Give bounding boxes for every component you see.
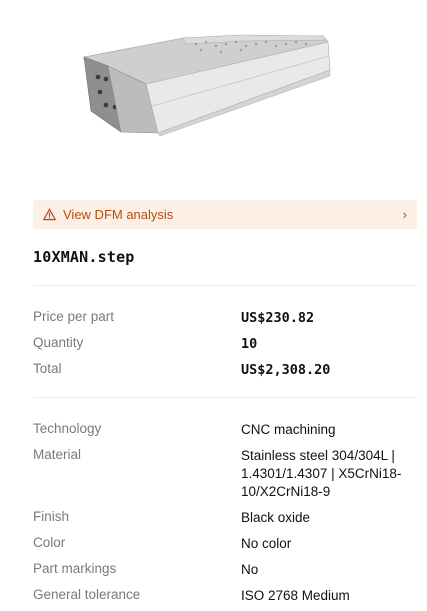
dfm-analysis-label: View DFM analysis	[63, 207, 174, 222]
technology-label: Technology	[33, 421, 102, 436]
part-markings-label: Part markings	[33, 561, 117, 576]
view-dfm-analysis-banner[interactable]: View DFM analysis ›	[33, 200, 417, 229]
chevron-right-icon: ›	[402, 207, 407, 222]
part-markings-value: No	[241, 562, 259, 577]
finish-value: Black oxide	[241, 510, 311, 525]
total-label: Total	[33, 361, 62, 376]
material-value: Stainless steel 304/304L | 1.4301/1.4307…	[241, 448, 402, 499]
finish-label: Finish	[33, 509, 70, 524]
color-label: Color	[33, 535, 66, 550]
general-tolerance-value: ISO 2768 Medium	[241, 588, 350, 603]
part-3d-preview[interactable]	[0, 0, 427, 190]
divider	[33, 397, 417, 398]
part-model-render	[83, 34, 331, 137]
quantity-value: 10	[241, 336, 258, 352]
total-value: US$2,308.20	[241, 362, 331, 378]
quantity-label: Quantity	[33, 335, 84, 350]
technology-value: CNC machining	[241, 422, 336, 437]
divider	[33, 285, 417, 286]
price-per-part-label: Price per part	[33, 309, 115, 324]
warning-triangle-icon	[43, 208, 56, 221]
general-tolerance-label: General tolerance	[33, 587, 141, 602]
material-label: Material	[33, 447, 82, 462]
color-value: No color	[241, 536, 292, 551]
part-file-name: 10XMAN.step	[33, 248, 135, 266]
price-per-part-value: US$230.82	[241, 310, 315, 326]
